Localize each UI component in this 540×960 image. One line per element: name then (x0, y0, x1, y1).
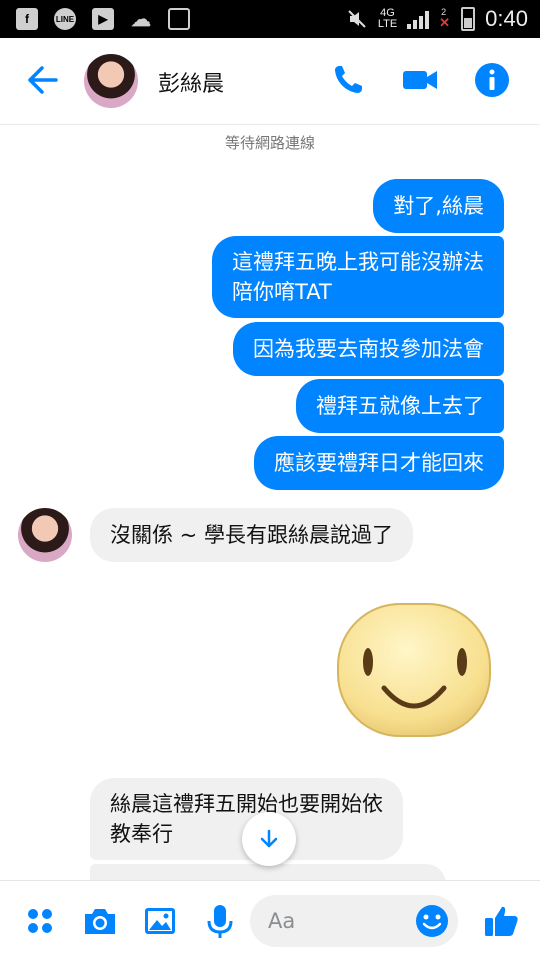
mute-icon (348, 10, 366, 28)
conversation-header: 彭絲晨 (0, 38, 540, 124)
message-text: 陪你唷TAT (232, 280, 332, 304)
outgoing-message[interactable]: 因為我要去南投參加法會 (233, 322, 504, 376)
contact-name[interactable]: 彭絲晨 (158, 66, 224, 98)
clock: 0:40 (485, 6, 528, 31)
outgoing-message[interactable]: 禮拜五就像上去了 (296, 379, 504, 433)
line-icon: LINE (54, 8, 76, 30)
network-type: 4G LTE (377, 7, 398, 30)
message-text: 這禮拜五晚上我可能沒辦法 (232, 250, 484, 274)
thumbs-up-icon[interactable] (482, 901, 522, 941)
scroll-to-bottom-button[interactable] (242, 812, 296, 866)
outgoing-message[interactable]: 這禮拜五晚上我可能沒辦法 陪你唷TAT (212, 236, 504, 318)
camera-icon[interactable] (80, 901, 120, 941)
message-text: 應該要禮拜日才能回來 (274, 451, 484, 475)
weather-icon: ☁ (131, 8, 151, 31)
message-text: 沒關係 ~ 學長有跟絲晨說過了 (110, 523, 393, 547)
contact-avatar[interactable] (84, 54, 138, 108)
signal-icon (407, 9, 430, 29)
info-icon[interactable] (472, 60, 512, 100)
connection-status: 等待網路連線 (224, 134, 315, 152)
status-bar: f LINE ▶ ☁ 4G LTE 2 ✕ 0:40 (0, 0, 540, 38)
microphone-icon[interactable] (200, 901, 240, 941)
arrow-down-icon (260, 829, 278, 848)
outgoing-message[interactable]: 應該要禮拜日才能回來 (254, 436, 504, 490)
facebook-icon: f (16, 8, 38, 30)
smiley-sticker[interactable] (334, 600, 494, 740)
sender-avatar[interactable] (18, 508, 72, 562)
incoming-message[interactable]: 沒關係 ~ 學長有跟絲晨說過了 (90, 508, 413, 562)
back-arrow-icon[interactable] (22, 60, 62, 100)
message-text: 禮拜五就像上去了 (316, 394, 484, 418)
message-text: 絲晨這禮拜五開始也要開始依 (110, 792, 383, 816)
outgoing-message[interactable]: 對了,絲晨 (373, 179, 504, 233)
notification-icons: f LINE ▶ ☁ (16, 7, 190, 31)
message-text: 對了,絲晨 (393, 194, 484, 218)
message-text: 因為我要去南投參加法會 (253, 337, 484, 361)
composer-bar (0, 880, 540, 960)
battery-icon (461, 7, 476, 31)
youtube-icon: ▶ (92, 8, 114, 30)
image-icon (168, 8, 190, 30)
video-call-icon[interactable] (400, 60, 440, 100)
header-divider (0, 124, 540, 125)
phone-call-icon[interactable] (328, 60, 368, 100)
more-apps-icon[interactable] (20, 901, 60, 941)
sim2-no-signal-icon: 2 ✕ (439, 7, 451, 30)
gallery-icon[interactable] (140, 901, 180, 941)
emoji-icon[interactable] (412, 901, 452, 941)
